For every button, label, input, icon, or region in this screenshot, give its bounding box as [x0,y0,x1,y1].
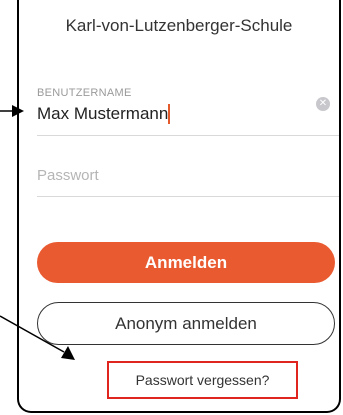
login-button[interactable]: Anmelden [37,242,335,283]
username-input[interactable] [37,102,297,126]
forgot-password-link[interactable]: Passwort vergessen? [109,363,296,397]
username-divider [37,135,339,136]
password-input[interactable] [37,163,317,187]
clear-circle-icon[interactable]: ✕ [316,97,330,111]
school-title: Karl-von-Lutzenberger-Schule [65,16,293,35]
password-divider [37,196,339,197]
username-label: BENUTZERNAME [37,87,132,99]
phone-frame: Karl-von-Lutzenberger-Schule BENUTZERNAM… [17,0,341,413]
text-caret [168,104,170,124]
anonymous-login-button[interactable]: Anonym anmelden [37,302,335,345]
forgot-password-highlight: Passwort vergessen? [107,361,298,399]
